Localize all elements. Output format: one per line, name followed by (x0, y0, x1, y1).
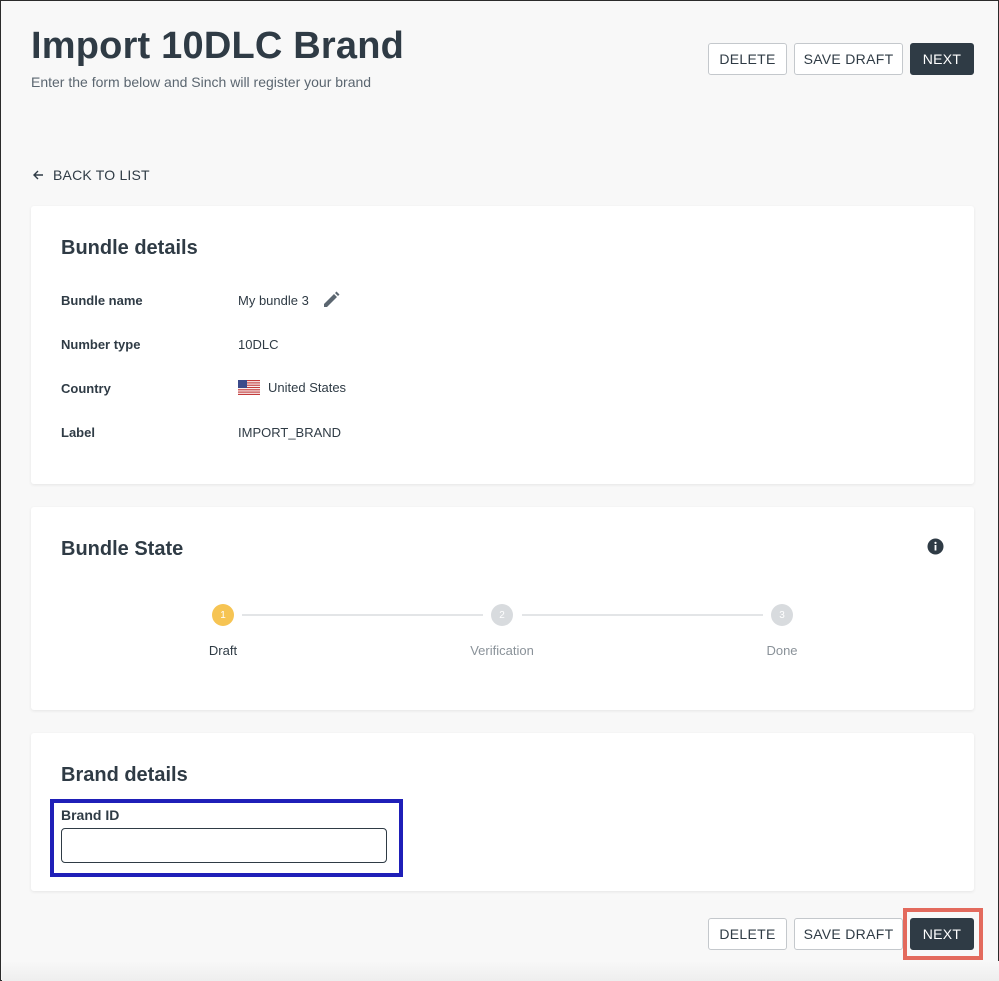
bundle-name-value-row: My bundle 3 (238, 290, 341, 310)
delete-button-top[interactable]: DELETE (708, 43, 787, 75)
step-dot-verification: 2 (491, 604, 513, 626)
info-icon[interactable] (927, 538, 944, 555)
country-value-row: United States (238, 380, 346, 395)
page-title: Import 10DLC Brand (31, 25, 405, 67)
back-to-list-label: BACK TO LIST (53, 167, 150, 183)
step-label-draft: Draft (208, 643, 238, 658)
page-subtitle: Enter the form below and Sinch will regi… (31, 74, 372, 90)
bundle-state-title: Bundle State (61, 538, 184, 560)
country-label: Country (61, 381, 111, 396)
bundle-name-value: My bundle 3 (238, 292, 309, 308)
back-to-list-link[interactable]: BACK TO LIST (33, 167, 150, 183)
number-type-value: 10DLC (238, 337, 279, 352)
country-value: United States (268, 380, 347, 395)
step-label-verification: Verification (470, 643, 534, 658)
step-connector (242, 614, 483, 616)
arrow-left-icon (33, 168, 44, 183)
step-connector (522, 614, 763, 616)
step-label-done: Done (766, 643, 798, 658)
step-dot-done: 3 (771, 604, 793, 626)
label-value: IMPORT_BRAND (238, 425, 342, 440)
save-draft-button-bottom[interactable]: SAVE DRAFT (794, 918, 903, 950)
next-button-top[interactable]: NEXT (910, 43, 974, 75)
app-frame: Import 10DLC Brand Enter the form below … (0, 0, 999, 981)
save-draft-button-top[interactable]: SAVE DRAFT (794, 43, 903, 75)
brand-details-title: Brand details (61, 764, 188, 786)
brand-id-label: Brand ID (61, 807, 120, 823)
label-label: Label (61, 425, 95, 440)
delete-button-bottom[interactable]: DELETE (708, 918, 787, 950)
next-button-bottom[interactable]: NEXT (910, 918, 974, 950)
bundle-state-card: Bundle State 1 2 3 Draft Verification Do… (31, 507, 974, 710)
pencil-icon[interactable] (321, 290, 341, 310)
number-type-label: Number type (61, 337, 141, 352)
brand-id-input[interactable] (61, 828, 387, 863)
step-dot-draft: 1 (212, 604, 234, 626)
bundle-name-label: Bundle name (61, 293, 143, 308)
bundle-details-card: Bundle details Bundle name My bundle 3 N… (31, 206, 974, 484)
brand-details-card: Brand details Brand ID (31, 733, 974, 891)
bundle-details-title: Bundle details (61, 237, 198, 259)
us-flag-icon (238, 380, 260, 395)
bottom-shade (2, 961, 999, 981)
